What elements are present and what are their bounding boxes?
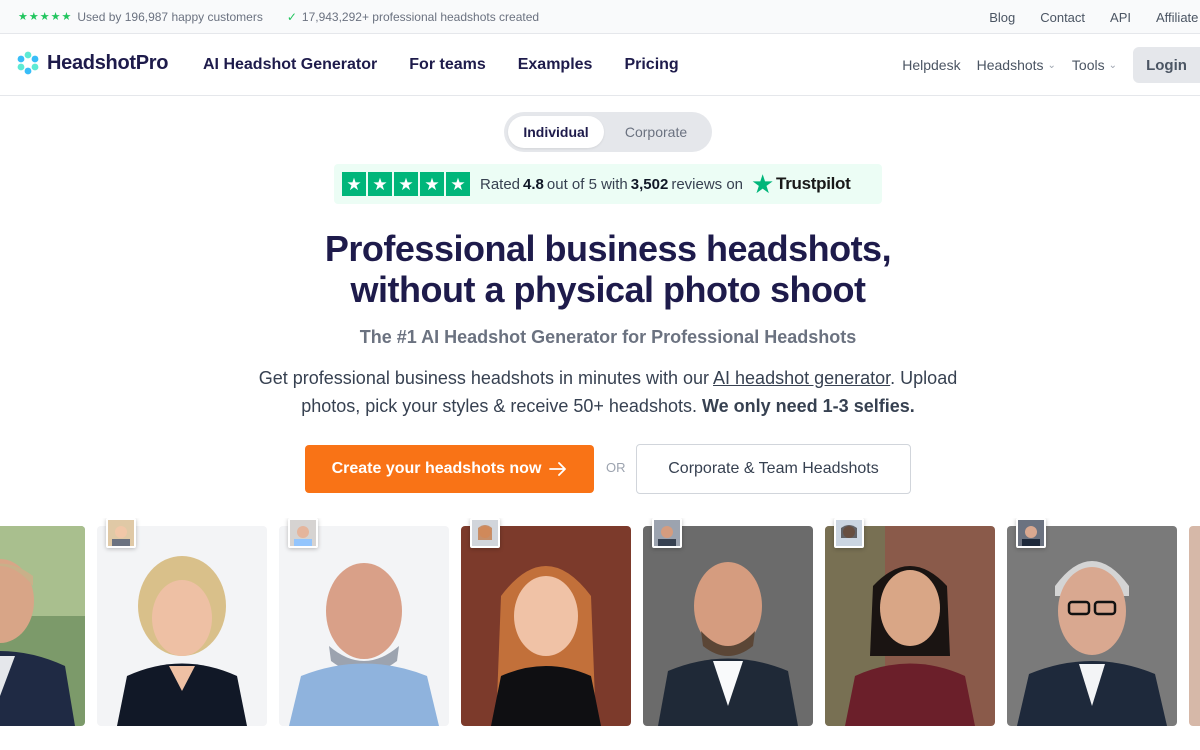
check-icon: ✓ [286,10,297,24]
nav-tools-dropdown[interactable]: Tools ⌄ [1072,57,1117,73]
rating-out-of: out of 5 with [546,175,628,193]
arrow-right-icon [549,462,567,476]
headshots-count-text: 17,943,292+ professional headshots creat… [301,10,540,24]
headshot-example-card[interactable] [1007,526,1177,726]
create-headshots-button[interactable]: Create your headshots now [305,445,594,493]
headshot-photo [643,526,813,726]
reviews-suffix: reviews on [671,175,744,193]
headshots-label: Headshots [976,57,1044,73]
corporate-team-headshots-button[interactable]: Corporate & Team Headshots [636,444,911,494]
selfie-thumbnail [1016,518,1046,548]
headshot-example-card[interactable] [643,526,813,726]
headshot-example-card[interactable] [0,526,85,726]
headshot-photo [1189,526,1200,726]
headshot-photo [97,526,267,726]
contact-link[interactable]: Contact [1040,10,1085,25]
trustpilot-star-icon: ★ [751,169,775,199]
page-title: Professional business headshots, without… [0,228,1200,310]
selfie-thumbnail [470,518,500,548]
logo-icon [17,51,39,75]
logo[interactable]: HeadshotPro [16,51,168,75]
headshot-photo [825,526,995,726]
blog-link[interactable]: Blog [989,10,1015,25]
helpdesk-label: Helpdesk [902,57,961,73]
desc-part-1: Get professional business headshots in m… [258,368,714,388]
chevron-down-icon: ⌄ [1047,59,1056,71]
secondary-nav: Helpdesk Headshots ⌄ Tools ⌄ Login [902,34,1200,96]
social-proof: ★ ★ ★ ★ ★ Used by 196,987 happy customers ✓ … [18,0,539,34]
trustpilot-logo: ★ Trustpilot [751,169,851,199]
create-headshots-label: Create your headshots now [331,460,542,477]
hero-description: Get professional business headshots in m… [230,364,986,420]
customers-count-text: Used by 196,987 happy customers [77,10,263,24]
announcement-bar: ★ ★ ★ ★ ★ Used by 196,987 happy customers ✓ … [0,0,1200,34]
ai-headshot-generator-link[interactable]: AI headshot generator [713,368,890,388]
headshot-example-card[interactable] [279,526,449,726]
headshot-example-card[interactable] [825,526,995,726]
headshot-photo [1007,526,1177,726]
headshot-example-card[interactable] [97,526,267,726]
trustpilot-brand-text: Trustpilot [776,174,851,193]
rated-prefix: Rated [480,175,521,193]
headshot-photo [0,526,85,726]
top-links: Blog Contact API Affiliate [989,0,1200,34]
nav-ai-headshot-generator[interactable]: AI Headshot Generator [203,56,377,74]
primary-nav-links: AI Headshot Generator For teams Examples… [203,34,679,96]
toggle-individual[interactable]: Individual [508,116,604,148]
review-count: 3,502 [630,175,669,193]
tools-label: Tools [1071,57,1105,73]
headshot-example-card[interactable] [1189,526,1200,726]
trustpilot-rating-banner[interactable]: ★ ★ ★ ★ ★ Rated 4.8 out of 5 with 3,502 revi… [334,164,882,204]
nav-headshots-dropdown[interactable]: Headshots ⌄ [977,57,1056,73]
chevron-down-icon: ⌄ [1108,59,1117,71]
or-separator: OR [606,460,626,475]
nav-pricing[interactable]: Pricing [624,56,678,74]
main-navigation: HeadshotPro AI Headshot Generator For te… [0,34,1200,96]
api-link[interactable]: API [1110,10,1131,25]
toggle-corporate[interactable]: Corporate [604,116,708,148]
login-button[interactable]: Login [1133,47,1200,83]
headline-line-1: Professional business headshots, [324,228,892,269]
subheadline: The #1 AI Headshot Generator for Profess… [359,327,857,347]
nav-examples[interactable]: Examples [518,56,593,74]
selfie-thumbnail [652,518,682,548]
headline-line-2: without a physical photo shoot [350,269,866,310]
trustpilot-stars-icon: ★ ★ ★ ★ ★ [342,172,470,196]
logo-text: HeadshotPro [47,51,169,74]
rating-value: 4.8 [523,175,544,193]
headshot-example-card[interactable] [461,526,631,726]
rating-stars-icon: ★ ★ ★ ★ ★ [18,10,72,23]
nav-for-teams[interactable]: For teams [409,56,485,74]
nav-helpdesk[interactable]: Helpdesk [902,57,960,73]
selfie-thumbnail [288,518,318,548]
affiliate-link[interactable]: Affiliate [1156,10,1200,25]
selfie-thumbnail [106,518,136,548]
desc-bold: We only need 1-3 selfies. [701,396,915,416]
headshot-photo [279,526,449,726]
headshot-photo [461,526,631,726]
audience-toggle: Individual Corporate [504,112,712,152]
headshot-examples-carousel [0,518,1200,750]
selfie-thumbnail [834,518,864,548]
